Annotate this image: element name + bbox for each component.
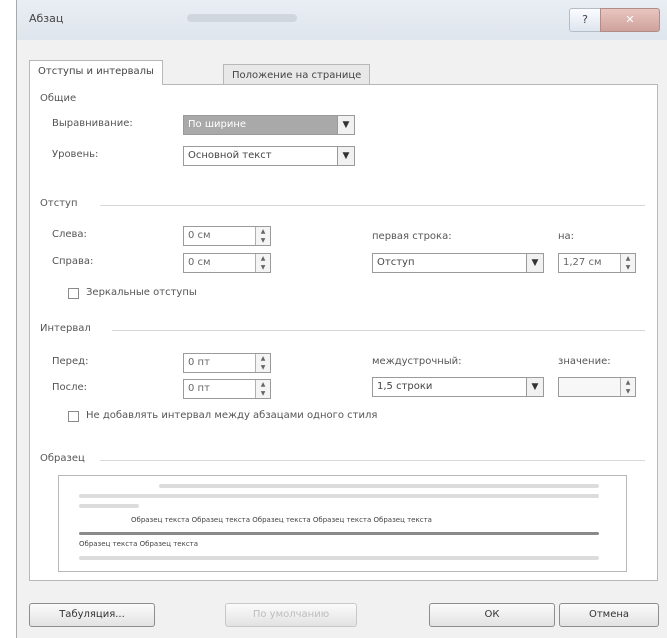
before-spinner[interactable]: 0 пт ▲ ▼: [183, 353, 271, 373]
spacing-heading: Интервал: [40, 323, 91, 334]
preview-box: Образец текста Образец текста Образец те…: [58, 475, 627, 572]
indent-left-label: Слева:: [52, 229, 87, 240]
spacing-separator: [112, 330, 645, 331]
after-value: 0 пт: [188, 383, 210, 394]
indent-right-spinner[interactable]: 0 см ▲ ▼: [183, 253, 271, 273]
first-line-value: Отступ: [377, 257, 415, 268]
indent-by-value: 1,27 см: [563, 257, 602, 268]
title-bar: Абзац ? ✕: [17, 0, 667, 40]
indent-right-value: 0 см: [188, 257, 211, 268]
alignment-select[interactable]: По ширине ▼: [183, 115, 355, 135]
spinner-arrows-icon[interactable]: ▲ ▼: [255, 354, 270, 372]
chevron-down-icon: ▼: [337, 116, 354, 134]
spinner-arrows-icon[interactable]: ▲ ▼: [620, 378, 635, 396]
preview-prev-line: [79, 494, 599, 498]
indent-by-label: на:: [558, 231, 575, 242]
chevron-down-icon: ▼: [526, 378, 543, 396]
alignment-value: По ширине: [188, 119, 247, 130]
preview-last-line: Образец текста Образец текста: [79, 540, 199, 548]
paragraph-dialog: Абзац ? ✕ Отступы и интервалы Положение …: [16, 0, 667, 638]
preview-prev-line: [79, 504, 139, 508]
at-spinner[interactable]: ▲ ▼: [558, 377, 636, 397]
chevron-down-icon: ▼: [337, 147, 354, 165]
preview-next-line: [79, 556, 599, 560]
alignment-label: Выравнивание:: [52, 118, 133, 129]
cancel-button[interactable]: Отмена: [559, 603, 659, 627]
indent-right-label: Справа:: [52, 256, 94, 267]
ok-button[interactable]: ОК: [429, 603, 555, 627]
left-margin: [0, 0, 16, 638]
tabs-button[interactable]: Табуляция...: [29, 603, 155, 627]
after-label: После:: [52, 382, 88, 393]
preview-sample-line: [79, 532, 599, 535]
indent-left-spinner[interactable]: 0 см ▲ ▼: [183, 226, 271, 246]
first-line-select[interactable]: Отступ ▼: [372, 253, 544, 273]
indent-heading: Отступ: [40, 198, 78, 209]
indent-separator: [100, 205, 645, 206]
preview-sample-text: Образец текста Образец текста Образец те…: [131, 516, 432, 524]
general-heading: Общие: [40, 93, 77, 104]
spinner-arrows-icon[interactable]: ▲ ▼: [255, 227, 270, 245]
dialog-title: Абзац: [29, 12, 64, 25]
close-button[interactable]: ✕: [600, 8, 660, 32]
first-line-label: первая строка:: [372, 231, 452, 242]
spinner-arrows-icon[interactable]: ▲ ▼: [255, 380, 270, 398]
title-blur: [187, 14, 297, 22]
level-value: Основной текст: [188, 150, 272, 161]
spinner-arrows-icon[interactable]: ▲ ▼: [255, 254, 270, 272]
preview-heading: Образец: [40, 453, 85, 464]
level-select[interactable]: Основной текст ▼: [183, 146, 355, 166]
line-spacing-value: 1,5 строки: [377, 381, 433, 392]
help-button[interactable]: ?: [569, 8, 601, 32]
no-space-label: Не добавлять интервал между абзацами одн…: [86, 410, 378, 421]
before-label: Перед:: [52, 356, 89, 367]
tab-panel: Общие Выравнивание: По ширине ▼ Уровень:…: [29, 84, 658, 581]
chevron-down-icon: ▼: [526, 254, 543, 272]
indent-by-spinner[interactable]: 1,27 см ▲ ▼: [558, 253, 636, 273]
mirror-indents-label: Зеркальные отступы: [86, 287, 197, 298]
preview-separator: [100, 460, 645, 461]
default-button[interactable]: По умолчанию: [225, 603, 357, 627]
preview-prev-line: [159, 484, 599, 488]
no-space-checkbox[interactable]: [68, 411, 79, 422]
line-spacing-select[interactable]: 1,5 строки ▼: [372, 377, 544, 397]
line-spacing-label: междустрочный:: [372, 356, 462, 367]
mirror-indents-checkbox[interactable]: [68, 288, 79, 299]
at-label: значение:: [558, 356, 611, 367]
after-spinner[interactable]: 0 пт ▲ ▼: [183, 379, 271, 399]
tab-indents-spacing[interactable]: Отступы и интервалы: [29, 60, 163, 85]
indent-left-value: 0 см: [188, 230, 211, 241]
before-value: 0 пт: [188, 357, 210, 368]
spinner-arrows-icon[interactable]: ▲ ▼: [620, 254, 635, 272]
level-label: Уровень:: [52, 149, 99, 160]
